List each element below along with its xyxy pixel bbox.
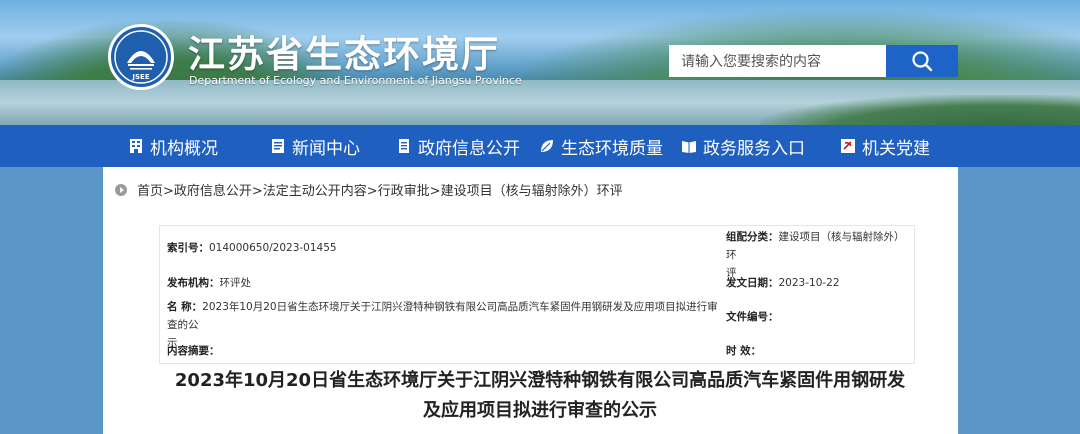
site-title: 江苏省生态环境厅 [188,32,500,76]
logo-emblem-icon: JSEE [114,30,168,84]
breadcrumb: 首页>政府信息公开>法定主动公开内容>行政审批>建设项目（核与辐射除外）环评 [115,180,623,199]
meta-date-label: 发文日期： [726,277,779,289]
banner-shore [760,95,1080,125]
logo-text: JSEE [131,73,149,81]
building-icon [130,139,142,153]
party-emblem-icon [841,139,855,153]
meta-doc-no-label: 文件编号： [726,311,779,323]
nav-item-eco-quality[interactable]: 生态环境质量 [539,125,663,167]
meta-name-label: 名 称： [167,301,203,313]
meta-index-value: 014000650/2023-01455 [209,242,337,254]
meta-publisher-label: 发布机构： [167,277,220,289]
nav-label: 机构概况 [150,138,218,159]
meta-name-value: 2023年10月20日省生态环境厅关于江阴兴澄特种钢铁有限公司高品质汽车紧固件用… [167,301,718,331]
site-subtitle: Department of Ecology and Environment of… [189,74,522,87]
document-meta-table: 索引号：014000650/2023-01455 组配分类：建设项目（核与辐射除… [159,225,915,364]
site-logo[interactable]: JSEE [108,24,174,90]
meta-index-label: 索引号： [167,242,209,254]
meta-index: 索引号：014000650/2023-01455 [167,239,337,257]
nav-item-news[interactable]: 新闻中心 [270,125,360,167]
meta-name: 名 称：2023年10月20日省生态环境厅关于江阴兴澄特种钢铁有限公司高品质汽车… [167,298,722,352]
meta-date-value: 2023-10-22 [778,277,840,289]
nav-label: 机关党建 [862,138,930,159]
article-title-line1: 2023年10月20日省生态环境厅关于江阴兴澄特种钢铁有限公司高品质汽车紧固件用… [174,370,906,391]
nav-item-party[interactable]: 机关党建 [840,125,930,167]
nav-item-gov-info[interactable]: 政府信息公开 [396,125,520,167]
nav-item-services[interactable]: 政务服务入口 [681,125,805,167]
document-icon [399,139,409,153]
meta-date: 发文日期：2023-10-22 [726,274,840,292]
meta-validity-label: 时 效： [726,345,762,357]
article-title-line2: 及应用项目拟进行审查的公示 [423,400,657,421]
breadcrumb-arrow-icon [115,183,127,196]
search-icon [912,51,933,72]
main-nav: 机构概况 新闻中心 政府信息公开 生态环境质量 政务服务入口 机关党建 [0,125,1080,167]
meta-summary-label: 内容摘要： [167,345,220,357]
meta-doc-no: 文件编号： [726,308,779,326]
nav-label: 政务服务入口 [703,138,805,159]
article-title: 2023年10月20日省生态环境厅关于江阴兴澄特种钢铁有限公司高品质汽车紧固件用… [160,366,920,426]
meta-publisher-value: 环评处 [219,277,252,289]
nav-label: 政府信息公开 [418,138,520,159]
meta-validity: 时 效： [726,342,761,360]
meta-publisher: 发布机构：环评处 [167,274,251,292]
nav-label: 生态环境质量 [561,138,663,159]
nav-label: 新闻中心 [292,138,360,159]
nav-item-about[interactable]: 机构概况 [128,125,218,167]
search-input[interactable]: 请输入您要搜索的内容 [669,45,886,77]
leaf-icon [541,140,553,152]
book-icon [682,141,696,153]
meta-summary: 内容摘要： [167,342,220,360]
breadcrumb-text[interactable]: 首页>政府信息公开>法定主动公开内容>行政审批>建设项目（核与辐射除外）环评 [137,180,623,199]
search-button[interactable] [886,45,958,77]
meta-category-label: 组配分类： [726,231,779,243]
news-icon [272,139,284,153]
